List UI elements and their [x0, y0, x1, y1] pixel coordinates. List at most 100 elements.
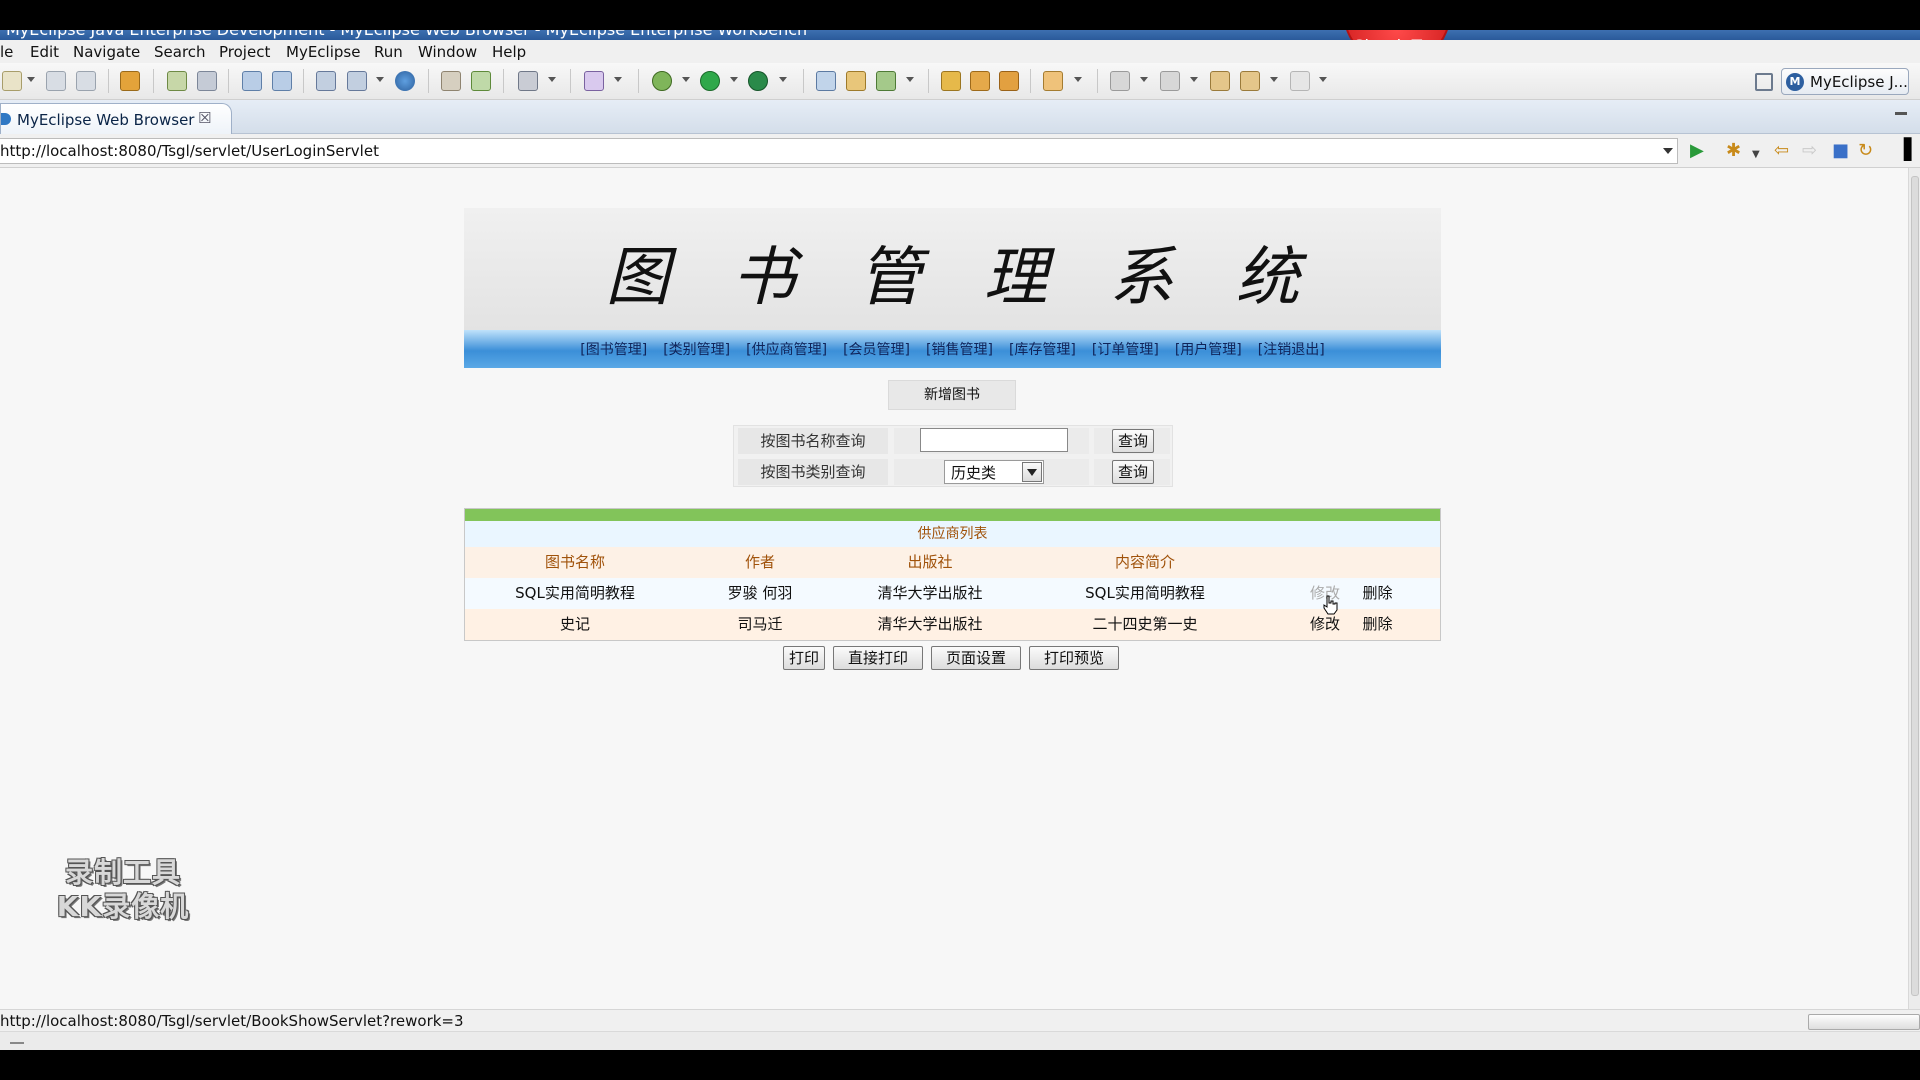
- cell-book-name: SQL实用简明教程: [515, 584, 635, 602]
- forward-icon[interactable]: ⇨: [1802, 142, 1817, 160]
- go-icon[interactable]: ▶: [1690, 142, 1704, 160]
- new-server-icon[interactable]: [316, 71, 336, 91]
- stop-icon[interactable]: ■: [1832, 142, 1849, 160]
- next-annotation-icon[interactable]: [1110, 71, 1130, 91]
- open-type-icon[interactable]: [441, 71, 461, 91]
- column-header-publisher: 出版社: [907, 553, 953, 571]
- package-explorer-icon[interactable]: [846, 71, 866, 91]
- book-name-input[interactable]: [920, 428, 1068, 452]
- query-by-name-button[interactable]: 查询: [1112, 429, 1154, 453]
- nav-logout[interactable]: [注销退出]: [1258, 339, 1325, 359]
- back-icon[interactable]: ⇦: [1774, 142, 1789, 160]
- menu-myeclipse[interactable]: MyEclipse: [286, 43, 360, 61]
- watermark-line1: 录制工具: [64, 856, 181, 889]
- globe-icon[interactable]: [395, 71, 415, 91]
- back-arrow-icon[interactable]: [1240, 71, 1260, 91]
- print-icon[interactable]: [76, 71, 96, 91]
- new-class-icon[interactable]: [471, 71, 491, 91]
- package-icon[interactable]: [120, 71, 140, 91]
- page-title: 图书管理系统: [605, 241, 1362, 315]
- camera-icon[interactable]: [518, 71, 538, 91]
- nav-user-management[interactable]: [用户管理]: [1175, 339, 1242, 359]
- run-icon[interactable]: [700, 71, 720, 91]
- menu-window[interactable]: Window: [418, 43, 477, 61]
- new-web-icon[interactable]: [347, 71, 367, 91]
- hand-cursor-icon: [1323, 595, 1338, 615]
- print-button[interactable]: 打印: [783, 646, 825, 670]
- deploy-icon[interactable]: [242, 71, 262, 91]
- url-history-dropdown-icon[interactable]: [1663, 148, 1673, 154]
- add-book-button[interactable]: 新增图书: [888, 380, 1016, 410]
- menu-project[interactable]: Project: [219, 43, 270, 61]
- run-external-icon[interactable]: [748, 71, 768, 91]
- server-icon[interactable]: [197, 71, 217, 91]
- nav-member-management[interactable]: [会员管理]: [843, 339, 910, 359]
- favorites-icon[interactable]: ✱: [1726, 142, 1741, 160]
- page-setup-button[interactable]: 页面设置: [931, 646, 1021, 670]
- nav-supplier-management[interactable]: [供应商管理]: [746, 339, 827, 359]
- pencil-icon[interactable]: [970, 71, 990, 91]
- new-icon[interactable]: [2, 71, 22, 91]
- close-icon[interactable]: ☒: [198, 109, 211, 127]
- tab-myeclipse-web-browser[interactable]: MyEclipse Web Browser ☒: [0, 103, 232, 134]
- direct-print-button[interactable]: 直接打印: [833, 646, 923, 670]
- menu-navigate[interactable]: Navigate: [73, 43, 140, 61]
- menu-file[interactable]: le: [0, 43, 13, 61]
- print-preview-button[interactable]: 打印预览: [1029, 646, 1119, 670]
- cell-book-name: 史记: [559, 615, 590, 633]
- myeclipse-logo-icon: M: [1786, 73, 1804, 91]
- wand-icon[interactable]: [584, 71, 604, 91]
- query-by-category-button[interactable]: 查询: [1112, 460, 1154, 484]
- menu-help[interactable]: Help: [492, 43, 526, 61]
- refresh-page-icon[interactable]: ↻: [1858, 142, 1873, 160]
- recorder-watermark: 录制工具 KK录像机: [38, 856, 208, 932]
- menu-bar: le Edit Navigate Search Project MyEclips…: [0, 40, 1920, 63]
- fast-view-icon[interactable]: [10, 1036, 24, 1044]
- column-header-author: 作者: [744, 553, 775, 571]
- nav-book-management[interactable]: [图书管理]: [580, 339, 647, 359]
- web-page: 图书管理系统 [图书管理] [类别管理] [供应商管理] [会员管理] [销售管…: [0, 168, 1908, 1009]
- browser-address-bar: http://localhost:8080/Tsgl/servlet/UserL…: [0, 134, 1920, 168]
- table-header-row: 图书名称 作者 出版社 内容简介: [465, 547, 1440, 578]
- redeploy-icon[interactable]: [272, 71, 292, 91]
- editor-tab-row: MyEclipse Web Browser ☒: [0, 100, 1920, 134]
- prev-annotation-icon[interactable]: [1160, 71, 1180, 91]
- menu-run[interactable]: Run: [374, 43, 403, 61]
- save-icon[interactable]: [46, 71, 66, 91]
- vertical-scrollbar[interactable]: [1908, 168, 1920, 1009]
- nav-sales-management[interactable]: [销售管理]: [926, 339, 993, 359]
- table-top-bar: [465, 509, 1440, 521]
- debug-icon[interactable]: [652, 71, 672, 91]
- open-file-icon[interactable]: [816, 71, 836, 91]
- perspective-myeclipse-button[interactable]: M MyEclipse J...: [1781, 68, 1909, 95]
- minimize-icon[interactable]: [1895, 112, 1907, 115]
- book-table: 供应商列表 图书名称 作者 出版社 内容简介 SQL实用简明教程 罗骏 何羽 清…: [464, 508, 1441, 641]
- open-folder-icon[interactable]: [941, 71, 961, 91]
- delete-link[interactable]: 删除: [1350, 578, 1405, 609]
- print-toolbar: 打印 直接打印 页面设置 打印预览: [783, 646, 1123, 670]
- category-select[interactable]: 历史类: [944, 460, 1044, 484]
- nav-inventory-management[interactable]: [库存管理]: [1009, 339, 1076, 359]
- external-browser-icon[interactable]: ▌: [1904, 139, 1919, 159]
- chevron-down-icon[interactable]: [1022, 462, 1042, 482]
- nav-category-management[interactable]: [类别管理]: [663, 339, 730, 359]
- last-edit-icon[interactable]: [1210, 71, 1230, 91]
- open-perspective-icon[interactable]: [1755, 73, 1773, 91]
- main-toolbar: M MyEclipse J...: [0, 63, 1920, 100]
- delete-link[interactable]: 删除: [1350, 609, 1405, 640]
- bug-icon[interactable]: [167, 71, 187, 91]
- search-icon[interactable]: [1043, 71, 1063, 91]
- url-input[interactable]: http://localhost:8080/Tsgl/servlet/UserL…: [0, 138, 1678, 164]
- cell-publisher: 清华大学出版社: [877, 584, 983, 602]
- scrollbar-thumb[interactable]: [1911, 176, 1919, 996]
- table-row: 史记 司马迁 清华大学出版社 二十四史第一史 修改 删除: [465, 609, 1440, 640]
- menu-edit[interactable]: Edit: [30, 43, 59, 61]
- menu-search[interactable]: Search: [154, 43, 206, 61]
- tasks-icon[interactable]: [999, 71, 1019, 91]
- nav-order-management[interactable]: [订单管理]: [1092, 339, 1159, 359]
- refresh-icon[interactable]: [876, 71, 896, 91]
- search-by-name-label: 按图书名称查询: [738, 428, 888, 454]
- status-url: http://localhost:8080/Tsgl/servlet/BookS…: [0, 1012, 464, 1030]
- favorites-dropdown-icon[interactable]: ▼: [1752, 146, 1760, 164]
- forward-arrow-icon[interactable]: [1290, 71, 1310, 91]
